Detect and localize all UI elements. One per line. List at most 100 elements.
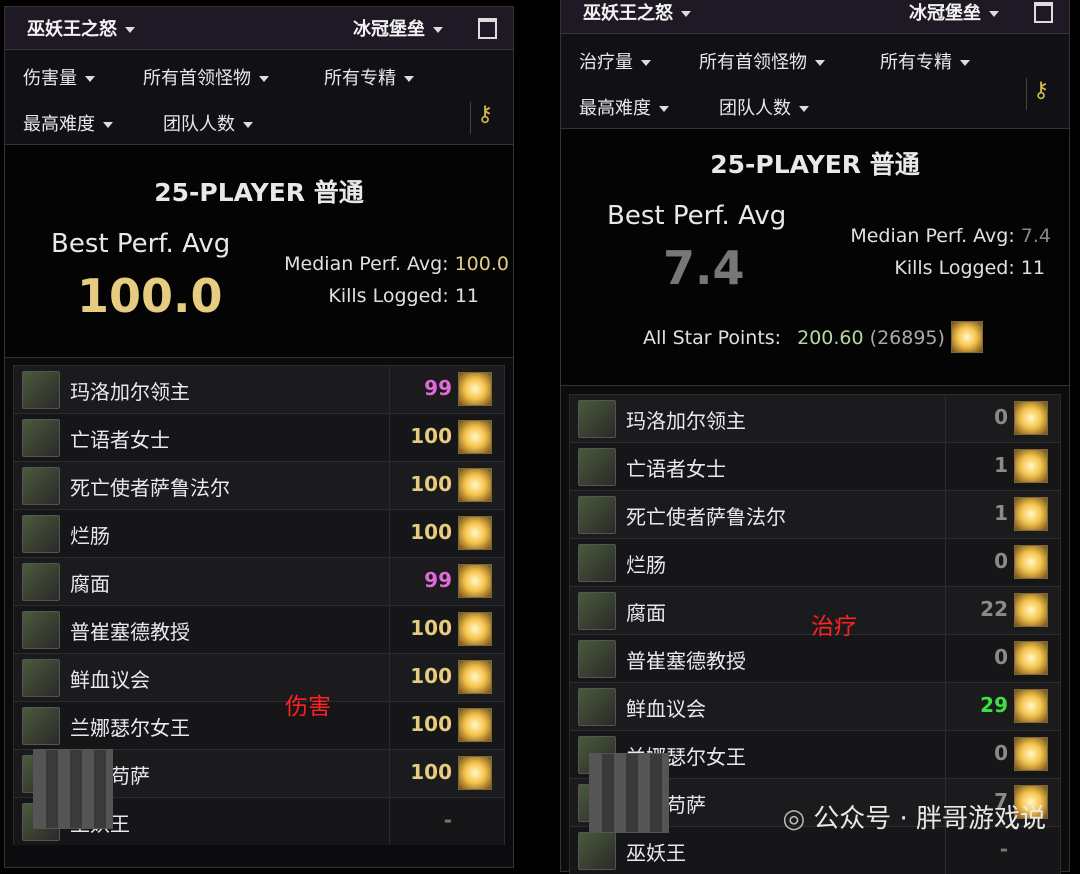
filter-bar: 治疗量 所有首领怪物 所有专精 最高难度 团队人数 ⚷ (561, 34, 1069, 129)
metric-label: 治疗量 (579, 52, 633, 73)
star-points-value: 200.60 (797, 327, 864, 349)
size-select[interactable]: 团队人数 (719, 94, 809, 120)
boss-row[interactable]: 玛洛加尔领主 0 (569, 394, 1061, 442)
star-icon (458, 516, 492, 550)
boss-portrait-icon (578, 496, 616, 534)
boss-portrait-icon (22, 563, 60, 601)
boss-name: 鲜血议会 (70, 668, 150, 692)
boss-row[interactable]: 亡语者女士 100 (13, 413, 505, 461)
boss-row[interactable]: 普崔塞德教授 0 (569, 634, 1061, 682)
spec-select[interactable]: 所有专精 (324, 64, 414, 90)
star-icon (1014, 449, 1048, 483)
boss-row[interactable]: 亡语者女士 1 (569, 442, 1061, 490)
damage-panel: 巫妖王之怒 冰冠堡垒 伤害量 所有首领怪物 所有专精 最高难度 团队人数 ⚷ 2… (4, 6, 514, 868)
boss-row[interactable]: 普崔塞德教授 100 (13, 605, 505, 653)
bosses-select[interactable]: 所有首领怪物 (143, 64, 269, 90)
filter-bar: 伤害量 所有首领怪物 所有专精 最高难度 团队人数 ⚷ (5, 50, 513, 145)
boss-row[interactable]: 兰娜瑟尔女王 100 (13, 701, 505, 749)
boss-name: 鲜血议会 (626, 697, 706, 721)
boss-name: 腐面 (626, 601, 666, 625)
boss-row[interactable]: 鲜血议会 100 (13, 653, 505, 701)
boss-name: 死亡使者萨鲁法尔 (70, 476, 230, 500)
healing-panel: 巫妖王之怒 冰冠堡垒 治疗量 所有首领怪物 所有专精 最高难度 团队人数 ⚷ 2… (560, 0, 1070, 874)
instance-select[interactable]: 冰冠堡垒 (909, 0, 999, 25)
difficulty-heading: 25-PLAYER 普通 (710, 150, 920, 179)
instance-select[interactable]: 冰冠堡垒 (353, 15, 443, 41)
divider (945, 539, 946, 586)
size-select[interactable]: 团队人数 (163, 110, 253, 136)
divider (389, 654, 390, 701)
summary-block: 25-PLAYER 普通 Best Perf. Avg 7.4 Median P… (561, 129, 1069, 386)
boss-portrait-icon (22, 419, 60, 457)
boss-score: 0 (994, 645, 1008, 669)
boss-name: 亡语者女士 (626, 457, 726, 481)
boss-name: 巫妖王 (626, 841, 686, 865)
zone-select[interactable]: 巫妖王之怒 (27, 15, 135, 41)
bosses-select[interactable]: 所有首领怪物 (699, 48, 825, 74)
boss-row[interactable]: 死亡使者萨鲁法尔 1 (569, 490, 1061, 538)
spec-select[interactable]: 所有专精 (880, 48, 970, 74)
chevron-down-icon (404, 76, 414, 82)
boss-row[interactable]: 烂肠 0 (569, 538, 1061, 586)
kills-label: Kills Logged: (328, 285, 449, 307)
window-icon[interactable] (478, 17, 497, 39)
chevron-down-icon (85, 76, 95, 82)
size-label: 团队人数 (163, 114, 235, 135)
median-value: 7.4 (1020, 225, 1051, 247)
key-icon[interactable]: ⚷ (1026, 78, 1065, 110)
boss-portrait-icon (578, 832, 616, 870)
boss-portrait-icon (22, 371, 60, 409)
divider (389, 558, 390, 605)
metric-select[interactable]: 伤害量 (23, 64, 95, 90)
boss-row[interactable]: 烂肠 100 (13, 509, 505, 557)
divider (389, 510, 390, 557)
header-bar: 巫妖王之怒 冰冠堡垒 (5, 7, 513, 50)
star-icon (1014, 737, 1048, 771)
boss-score: 1 (994, 501, 1008, 525)
star-icon (1014, 545, 1048, 579)
metric-label: 伤害量 (23, 68, 77, 89)
boss-name: 兰娜瑟尔女王 (70, 716, 190, 740)
header-bar: 巫妖王之怒 冰冠堡垒 (561, 0, 1069, 34)
difficulty-select[interactable]: 最高难度 (579, 94, 669, 120)
boss-row[interactable]: 腐面 99 (13, 557, 505, 605)
key-icon[interactable]: ⚷ (470, 102, 509, 134)
boss-score: 0 (994, 405, 1008, 429)
median-label: Median Perf. Avg: (284, 253, 449, 275)
difficulty-filter-label: 最高难度 (579, 98, 651, 119)
boss-row[interactable]: 死亡使者萨鲁法尔 100 (13, 461, 505, 509)
kills-value: 11 (454, 285, 479, 307)
metric-select[interactable]: 治疗量 (579, 48, 651, 74)
window-icon[interactable] (1034, 1, 1053, 23)
boss-name: 玛洛加尔领主 (626, 409, 746, 433)
boss-score: 100 (410, 520, 452, 544)
blurred-avatar (33, 749, 113, 829)
boss-portrait-icon (578, 400, 616, 438)
kills-stat: Kills Logged: 11 (328, 285, 479, 307)
divider (945, 587, 946, 634)
boss-portrait-icon (22, 707, 60, 745)
star-rank-value: (26895) (869, 327, 945, 349)
boss-score: 100 (410, 424, 452, 448)
chevron-down-icon (960, 60, 970, 66)
star-icon (458, 420, 492, 454)
zone-select[interactable]: 巫妖王之怒 (583, 0, 691, 25)
boss-row[interactable]: 鲜血议会 29 (569, 682, 1061, 730)
kills-label: Kills Logged: (894, 257, 1015, 279)
boss-score: 100 (410, 712, 452, 736)
bosses-label: 所有首领怪物 (699, 52, 807, 73)
boss-score: 100 (410, 760, 452, 784)
boss-name: 腐面 (70, 572, 110, 596)
star-icon (458, 660, 492, 694)
star-icon (458, 612, 492, 646)
boss-score: 22 (980, 597, 1008, 621)
boss-score: 100 (410, 472, 452, 496)
boss-portrait-icon (22, 611, 60, 649)
difficulty-filter-label: 最高难度 (23, 114, 95, 135)
overlay-label: 伤害 (285, 694, 331, 720)
boss-row[interactable]: 玛洛加尔领主 99 (13, 365, 505, 413)
difficulty-select[interactable]: 最高难度 (23, 110, 113, 136)
instance-label: 冰冠堡垒 (353, 19, 425, 40)
divider (389, 462, 390, 509)
divider (945, 683, 946, 730)
